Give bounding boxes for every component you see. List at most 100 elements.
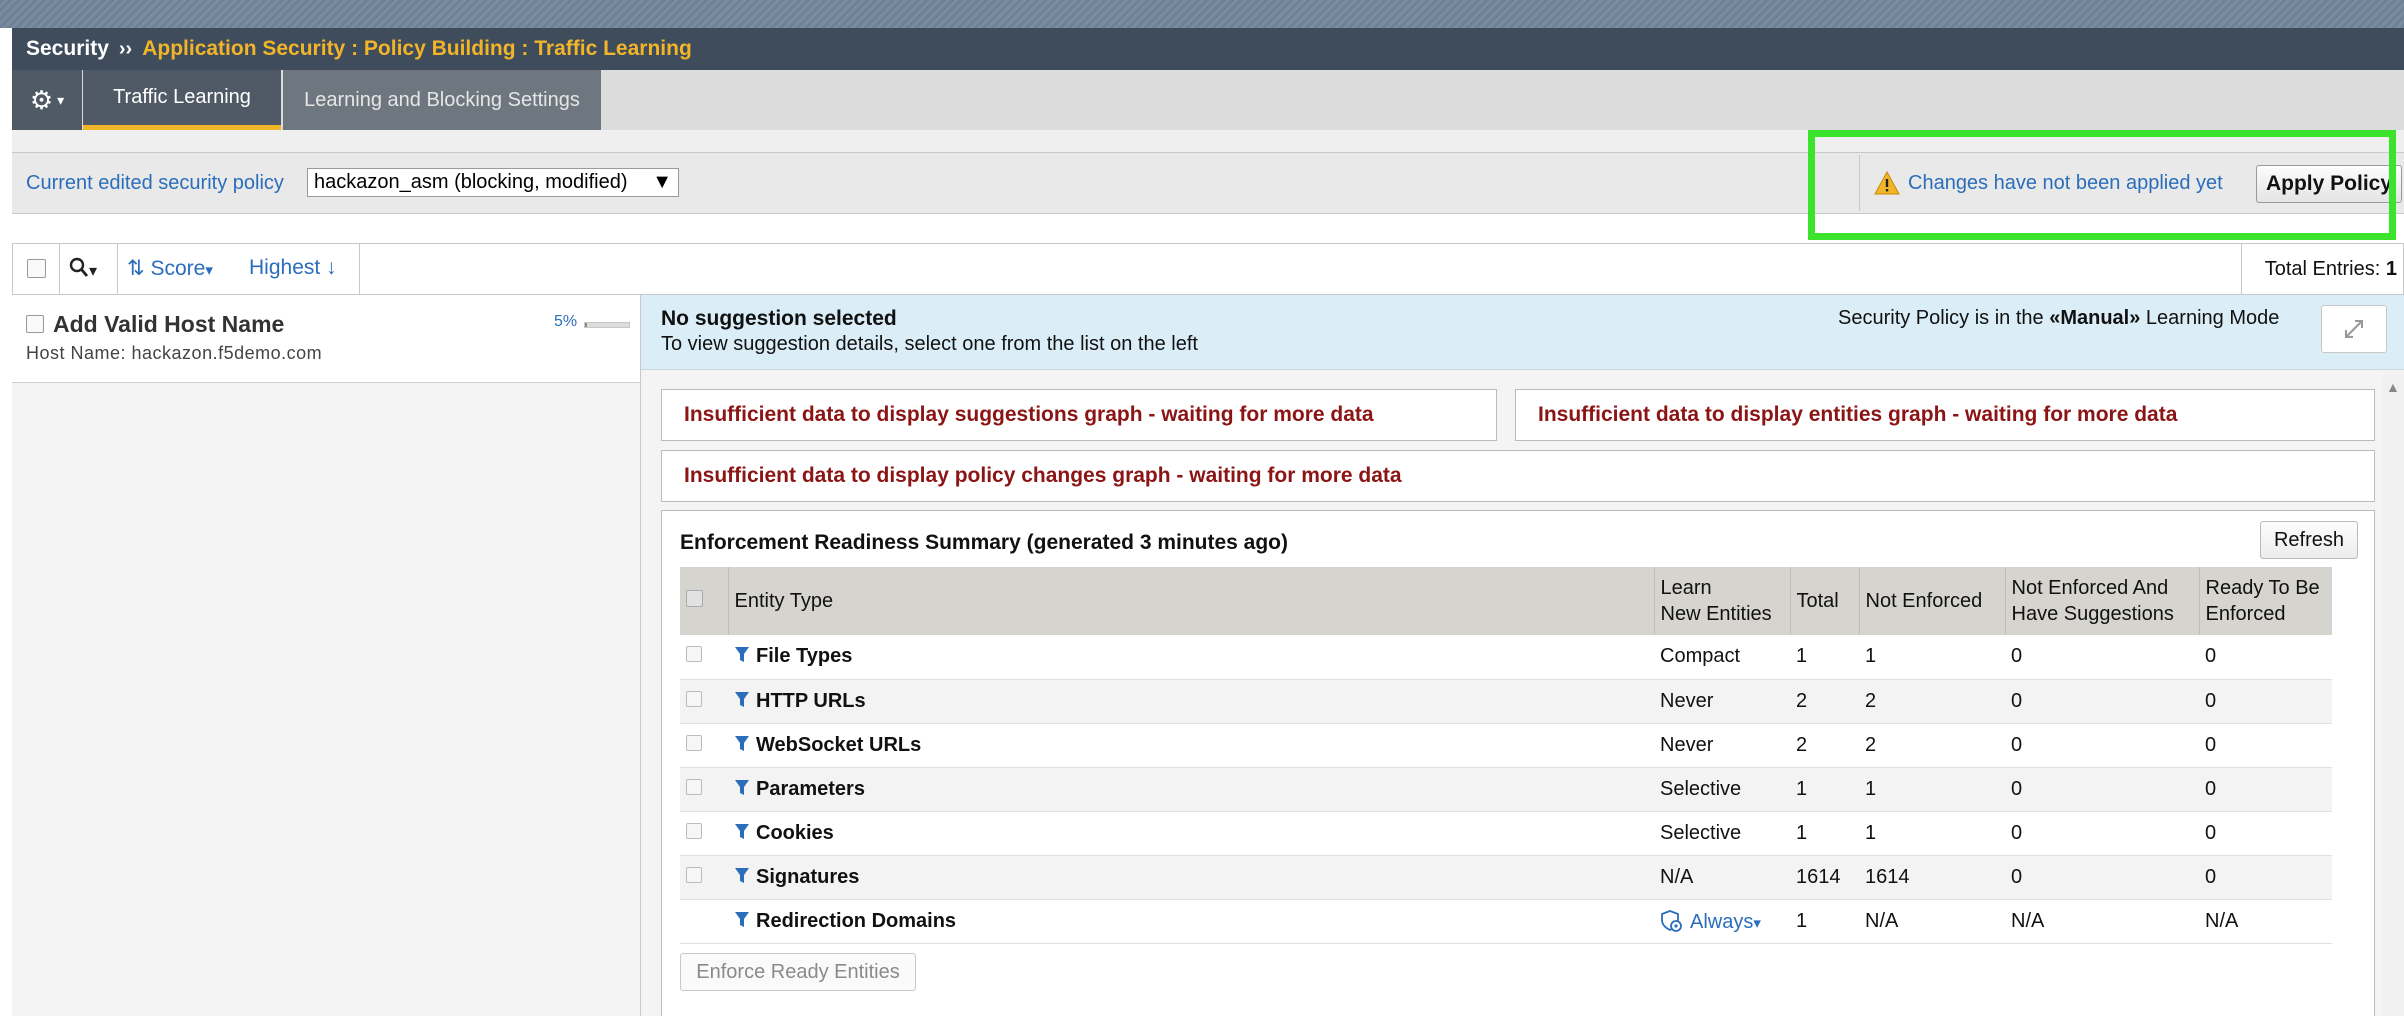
row-checkbox[interactable] xyxy=(686,690,702,707)
filter-icon[interactable] xyxy=(734,867,750,885)
cell-not-enforced[interactable]: N/A xyxy=(1859,899,2005,944)
cell-total[interactable]: 1 xyxy=(1790,811,1859,856)
cell-not-enforced[interactable]: 1 xyxy=(1859,767,2005,812)
table-row[interactable]: Signatures N/A 1614 1614 0 0 xyxy=(680,855,2332,900)
entity-name[interactable]: Signatures xyxy=(756,866,859,888)
table-row[interactable]: File Types Compact 1 1 0 0 xyxy=(680,635,2332,680)
table-row[interactable]: HTTP URLs Never 2 2 0 0 xyxy=(680,679,2332,724)
entity-name[interactable]: Parameters xyxy=(756,778,865,800)
suggestions-graph-notice: Insufficient data to display suggestions… xyxy=(661,389,1497,441)
cell-with-suggestions: 0 xyxy=(2005,635,2199,680)
cell-not-enforced[interactable]: 2 xyxy=(1859,723,2005,768)
policy-select[interactable]: hackazon_asm (blocking, modified) ▼ xyxy=(307,168,679,197)
entity-name[interactable]: Redirection Domains xyxy=(756,910,956,932)
cell-total[interactable]: 1 xyxy=(1790,767,1859,812)
cell-ready: 0 xyxy=(2199,855,2332,900)
header-checkbox[interactable] xyxy=(686,590,703,607)
cell-select[interactable] xyxy=(680,635,728,680)
col-ready-line2: Enforced xyxy=(2205,603,2286,625)
header-select-all[interactable] xyxy=(680,567,729,635)
col-learn-new-entities[interactable]: Learn New Entities xyxy=(1654,567,1791,635)
sort-order-button[interactable]: Highest ↓ xyxy=(249,256,337,280)
filter-icon[interactable] xyxy=(734,646,750,664)
scroll-up-icon[interactable]: ▲ xyxy=(2386,379,2400,395)
cell-total[interactable]: 1 xyxy=(1790,899,1859,944)
cell-learn: Selective xyxy=(1654,811,1790,856)
cell-total[interactable]: 2 xyxy=(1790,679,1859,724)
cell-not-enforced[interactable]: 1614 xyxy=(1859,855,2005,900)
row-checkbox[interactable] xyxy=(686,646,702,663)
vertical-scrollbar[interactable]: ▲ xyxy=(2382,375,2404,1022)
expand-icon xyxy=(2345,320,2363,338)
cell-select[interactable] xyxy=(680,723,728,768)
cell-total[interactable]: 1 xyxy=(1790,635,1859,680)
gear-menu-button[interactable]: ⚙ ▾ xyxy=(12,70,82,130)
cell-learn[interactable]: Always▾ xyxy=(1654,899,1790,944)
filter-icon[interactable] xyxy=(734,691,750,709)
row-checkbox[interactable] xyxy=(686,866,702,883)
cell-select[interactable] xyxy=(680,679,728,724)
cell-select[interactable] xyxy=(680,899,728,944)
row-checkbox[interactable] xyxy=(686,734,702,751)
suggestion-details-pane: No suggestion selected To view suggestio… xyxy=(641,295,2404,1022)
entity-name[interactable]: WebSocket URLs xyxy=(756,734,921,756)
readiness-table: Entity Type Learn New Entities Total Not … xyxy=(680,567,2332,944)
row-checkbox[interactable] xyxy=(686,778,702,795)
entity-name[interactable]: File Types xyxy=(756,645,852,667)
score-bar xyxy=(584,322,630,328)
cell-total[interactable]: 1614 xyxy=(1790,855,1859,900)
search-filter-button[interactable]: ▾ xyxy=(69,252,97,283)
table-row[interactable]: Cookies Selective 1 1 0 0 xyxy=(680,811,2332,856)
divider xyxy=(117,244,118,294)
refresh-button[interactable]: Refresh xyxy=(2260,521,2358,559)
suggestion-score: 5% xyxy=(554,313,578,330)
cell-entity-type: HTTP URLs xyxy=(728,679,1654,724)
table-row[interactable]: WebSocket URLs Never 2 2 0 0 xyxy=(680,723,2332,768)
enforce-ready-entities-button[interactable]: Enforce Ready Entities xyxy=(680,953,916,991)
cell-not-enforced[interactable]: 1 xyxy=(1859,635,2005,680)
table-row[interactable]: Redirection Domains Always▾ 1 N/A N/A N/A xyxy=(680,899,2332,944)
cell-select[interactable] xyxy=(680,767,728,812)
arrow-down-icon: ↓ xyxy=(326,256,337,279)
col-total[interactable]: Total xyxy=(1790,567,1860,635)
cell-learn: Never xyxy=(1654,723,1790,768)
cell-select[interactable] xyxy=(680,855,728,900)
suggestions-toolbar: ▾ ⇅ Score▾ Highest ↓ Total Entries: 1 xyxy=(12,243,2404,295)
cell-with-suggestions: 0 xyxy=(2005,855,2199,900)
tab-traffic-learning[interactable]: Traffic Learning xyxy=(83,70,281,130)
breadcrumb-root[interactable]: Security xyxy=(26,37,109,61)
filter-icon[interactable] xyxy=(734,823,750,841)
readiness-title: Enforcement Readiness Summary (generated… xyxy=(680,531,1289,554)
col-not-enforced[interactable]: Not Enforced xyxy=(1859,567,2006,635)
sort-by-score-button[interactable]: ⇅ Score▾ xyxy=(127,256,213,281)
col-entity-type[interactable]: Entity Type xyxy=(728,567,1655,635)
filter-icon[interactable] xyxy=(734,779,750,797)
filter-icon[interactable] xyxy=(734,911,750,929)
divider xyxy=(2241,244,2242,294)
expand-button[interactable] xyxy=(2321,305,2387,353)
suggestion-checkbox[interactable] xyxy=(26,315,44,333)
cell-not-enforced[interactable]: 1 xyxy=(1859,811,2005,856)
entity-name[interactable]: Cookies xyxy=(756,822,834,844)
learning-mode-prefix: Security Policy is in the xyxy=(1838,307,2050,329)
divider xyxy=(359,244,360,294)
cell-not-enforced[interactable]: 2 xyxy=(1859,679,2005,724)
total-entries-label: Total Entries: xyxy=(2264,258,2381,280)
cell-total[interactable]: 2 xyxy=(1790,723,1859,768)
cell-with-suggestions: N/A xyxy=(2005,899,2199,944)
filter-icon[interactable] xyxy=(734,735,750,753)
cell-ready: 0 xyxy=(2199,679,2332,724)
col-learn-line1: Learn xyxy=(1660,577,1712,599)
table-row[interactable]: Parameters Selective 1 1 0 0 xyxy=(680,767,2332,812)
cell-select[interactable] xyxy=(680,811,728,856)
col-learn-line2: New Entities xyxy=(1660,603,1772,625)
col-ready-to-be-enforced[interactable]: Ready To Be Enforced xyxy=(2199,567,2332,635)
select-all-checkbox[interactable] xyxy=(27,259,46,278)
col-not-enforced-suggestions[interactable]: Not Enforced And Have Suggestions xyxy=(2005,567,2200,635)
highlight-frame xyxy=(1808,130,2396,240)
cell-with-suggestions: 0 xyxy=(2005,679,2199,724)
row-checkbox[interactable] xyxy=(686,822,702,839)
entity-name[interactable]: HTTP URLs xyxy=(756,690,866,712)
tab-learning-blocking-settings[interactable]: Learning and Blocking Settings xyxy=(283,70,601,130)
list-item[interactable]: Add Valid Host Name Host Name: hackazon.… xyxy=(12,295,640,383)
